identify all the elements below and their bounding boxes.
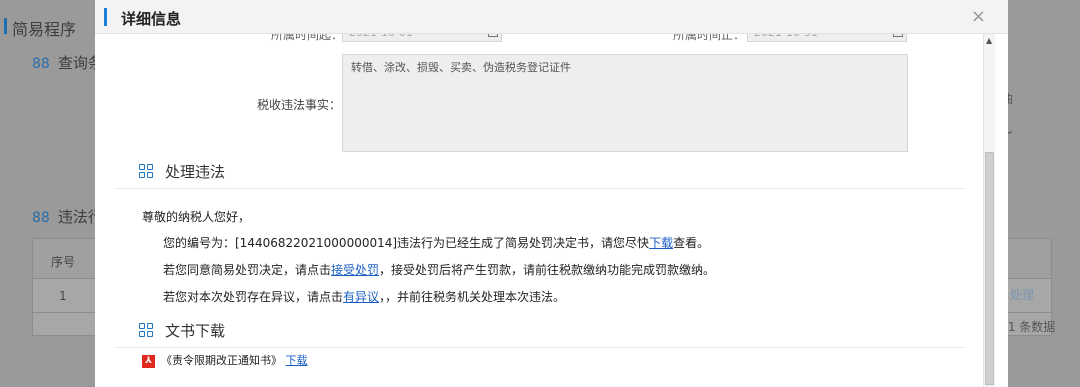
objection-link[interactable]: 有异议 — [343, 290, 379, 304]
notice-line-download: 您的编号为：[14406822021000000014]违法行为已经生成了简易处… — [163, 236, 710, 250]
period-row: 所属时间起： 2021-10-01 所属时间止： 2021-10-31 — [95, 34, 983, 44]
notice-line-accept: 若您同意简易处罚决定，请点击接受处罚，接受处罚后将产生罚款，请前往税款缴纳功能完… — [163, 263, 716, 277]
tax-violation-field: 转借、涂改、损毁、买卖、伪造税务登记证件 — [342, 54, 908, 152]
modal-header: 详细信息 × — [95, 0, 1008, 34]
greeting-text: 尊敬的纳税人您好， — [142, 210, 251, 224]
period-start-field[interactable]: 2021-10-01 — [342, 34, 502, 42]
scrollbar-thumb[interactable] — [985, 152, 994, 385]
period-start-label: 所属时间起： — [271, 34, 344, 42]
document-download-link[interactable]: 下载 — [286, 354, 308, 367]
background-violation-section: 88 违法行 — [32, 208, 103, 226]
document-item: ⅄ 《责令限期改正通知书》 下载 — [142, 352, 308, 368]
document-download-section: 文书下载 — [115, 318, 965, 348]
handle-violation-section: 处理违法 — [115, 159, 965, 189]
grid-icon — [139, 323, 153, 337]
modal-title: 详细信息 — [121, 10, 182, 28]
scroll-up-arrow-icon[interactable]: ▲ — [986, 36, 992, 45]
background-page-title: 简易程序 — [3, 16, 76, 40]
calendar-icon — [893, 34, 903, 37]
document-name: 《责令限期改正通知书》 — [161, 354, 282, 367]
grid-icon: 88 — [32, 56, 50, 72]
pdf-icon: ⅄ — [142, 354, 155, 368]
accept-penalty-link[interactable]: 接受处罚 — [331, 263, 379, 277]
title-accent-bar — [104, 8, 107, 26]
close-icon[interactable]: × — [971, 6, 986, 27]
notice-line-objection: 若您对本次处罚存在异议，请点击有异议，，并前往税务机关处理本次违法。 — [163, 290, 566, 304]
modal-body: 所属时间起： 2021-10-01 所属时间止： 2021-10-31 税收违法… — [95, 34, 983, 387]
detail-modal: 详细信息 × 所属时间起： 2021-10-01 所属时间止： 2021-10-… — [95, 0, 1008, 387]
period-end-label: 所属时间止： — [673, 34, 746, 42]
background-query-section: 88 查询条 — [32, 54, 103, 72]
download-decision-link[interactable]: 下载 — [649, 236, 673, 250]
modal-scrollbar[interactable]: ▲ — [983, 34, 995, 387]
section-title: 处理违法 — [165, 163, 226, 181]
tax-violation-label: 税收违法事实： — [257, 98, 342, 112]
calendar-icon — [488, 34, 498, 37]
section-title: 文书下载 — [165, 322, 226, 340]
period-end-field[interactable]: 2021-10-31 — [747, 34, 907, 42]
grid-icon: 88 — [32, 210, 50, 226]
grid-icon — [139, 164, 153, 178]
